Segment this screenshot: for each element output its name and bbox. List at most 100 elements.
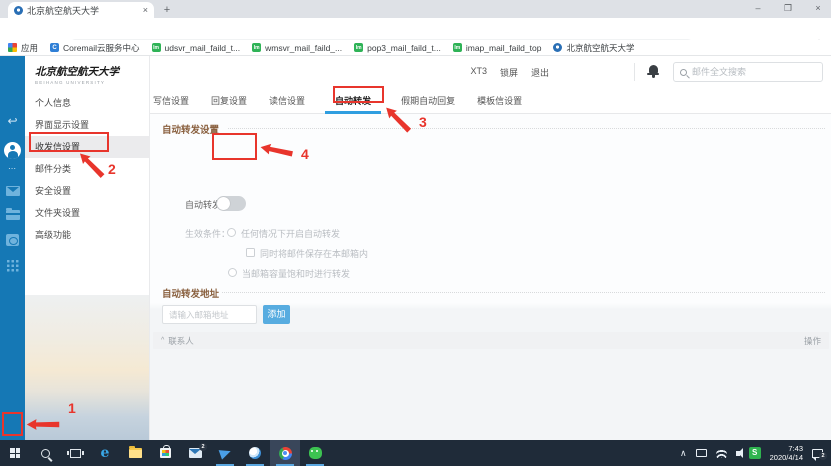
address-table-header: ^ 联系人 操作 [153, 332, 829, 349]
bookmark-coremail[interactable]: C Coremail云服务中心 [50, 42, 140, 54]
sidebar-item-security[interactable]: 安全设置 [25, 180, 150, 202]
logo-title: 北京航空航天大学 [35, 64, 119, 79]
header-divider [634, 63, 635, 81]
window-maximize-button[interactable]: ❐ [778, 3, 798, 14]
chrome-icon [279, 447, 292, 460]
edge-icon: e [101, 446, 110, 460]
contact-column-header[interactable]: 联系人 [168, 335, 194, 347]
feishu-app-button[interactable] [210, 440, 240, 466]
im-icon: Im [152, 43, 161, 52]
browser-app-button[interactable] [240, 440, 270, 466]
bookmark-udsvr[interactable]: Im udsvr_mail_faild_t... [152, 43, 241, 53]
content-header: XT3 锁屏 退出 [150, 56, 831, 88]
bookmark-imap[interactable]: Im imap_mail_faild_top [453, 43, 542, 53]
forward-address-input[interactable] [162, 305, 257, 324]
lock-screen-link[interactable]: 锁屏 [500, 66, 518, 79]
bookmark-buaa[interactable]: 北京航空航天大学 [553, 42, 634, 54]
calendar-icon[interactable] [0, 234, 25, 246]
add-address-button[interactable]: 添加 [263, 305, 290, 324]
apps-grid-icon[interactable] [0, 259, 25, 272]
edge-button[interactable]: e [90, 440, 120, 466]
notification-bell-icon[interactable] [647, 65, 659, 77]
sidebar-item-display[interactable]: 界面显示设置 [25, 114, 150, 136]
checkbox-keep-copy-label: 同时将邮件保存在本邮箱内 [260, 247, 368, 260]
tab-close-icon[interactable]: × [143, 5, 148, 15]
clock-time: 7:43 [770, 444, 803, 453]
chrome-button[interactable] [270, 440, 300, 466]
folder-icon [129, 448, 142, 458]
ms-store-button[interactable] [150, 440, 180, 466]
task-view-button[interactable] [60, 440, 90, 466]
settings-tabs: 写信设置 回复设置 读信设置 自动转发 假期自动回复 模板信设置 [150, 88, 831, 114]
file-explorer-button[interactable] [120, 440, 150, 466]
sort-caret-icon[interactable]: ^ [161, 337, 164, 344]
window-close-button[interactable]: × [808, 3, 828, 13]
wifi-icon[interactable] [716, 449, 727, 458]
taskbar-search-button[interactable] [30, 440, 60, 466]
display-tray-icon[interactable] [696, 449, 707, 457]
bookmark-pop3[interactable]: Im pop3_mail_faild_t... [354, 43, 441, 53]
start-button[interactable] [0, 440, 30, 466]
mail-app-button[interactable]: 2 [180, 440, 210, 466]
mail-search-box[interactable] [673, 62, 823, 82]
windows-logo-icon [10, 448, 20, 458]
sidebar-item-mail-sorting[interactable]: 邮件分类 [25, 158, 150, 180]
action-column-header: 操作 [804, 335, 821, 347]
browser-tab-title: 北京航空航天大学 [27, 4, 139, 17]
task-view-icon [70, 449, 81, 458]
hidden-icons-chevron[interactable]: ∧ [680, 448, 687, 459]
site-favicon-icon [14, 6, 23, 15]
system-tray: ∧ S 7:43 2020/4/14 2 [680, 444, 831, 462]
browser-tab[interactable]: 北京航空航天大学 × [8, 2, 154, 18]
radio-when-full[interactable] [228, 268, 237, 277]
bookmark-wmsvr[interactable]: Im wmsvr_mail_faild_... [252, 43, 342, 53]
checkbox-keep-copy[interactable] [246, 248, 255, 257]
search-icon [41, 449, 50, 458]
screen: 北京航空航天大学 × + – ❐ × ← → ↻ mail.buaa.edu.c… [0, 0, 831, 466]
im-icon: Im [354, 43, 363, 52]
auto-forward-toggle[interactable] [216, 196, 246, 211]
tab-auto-forward[interactable]: 自动转发 [327, 88, 379, 114]
clock-date: 2020/4/14 [770, 453, 803, 462]
folder-icon[interactable] [0, 210, 25, 220]
sidebar-item-send-receive[interactable]: 收发信设置 [25, 136, 150, 158]
apps-grid-icon [8, 43, 17, 52]
wechat-icon [309, 447, 322, 459]
toggle-knob [217, 197, 230, 210]
bookmark-apps[interactable]: 应用 [8, 42, 38, 54]
site-favicon-icon [553, 43, 562, 52]
tab-vacation-reply[interactable]: 假期自动回复 [401, 88, 455, 114]
volume-icon[interactable] [736, 451, 740, 456]
sidebar-item-personal-info[interactable]: 个人信息 [25, 92, 150, 114]
section-divider [222, 292, 825, 293]
window-minimize-button[interactable]: – [748, 3, 768, 13]
sidebar-item-folders[interactable]: 文件夹设置 [25, 202, 150, 224]
coremail-icon: C [50, 43, 59, 52]
taskbar-clock[interactable]: 7:43 2020/4/14 [770, 444, 803, 462]
action-center-button[interactable]: 2 [812, 449, 823, 458]
back-arrow-icon[interactable]: ↩ [0, 114, 25, 128]
im-icon: Im [252, 43, 261, 52]
im-icon: Im [453, 43, 462, 52]
tab-read-settings[interactable]: 读信设置 [269, 88, 305, 114]
section-title-forward-settings: 自动转发设置 [162, 122, 219, 136]
search-input[interactable] [692, 67, 816, 77]
new-tab-button[interactable]: + [160, 4, 174, 17]
wechat-button[interactable] [300, 440, 330, 466]
tab-template-mail[interactable]: 模板信设置 [477, 88, 522, 114]
mail-icon[interactable] [0, 186, 25, 196]
auto-forward-panel: 自动转发设置 自动转发： 生效条件： 任何情况下开启自动转发 同时将邮件保存在本… [150, 114, 831, 440]
tab-reply-settings[interactable]: 回复设置 [211, 88, 247, 114]
version-label: XT3 [470, 66, 487, 79]
user-avatar-icon[interactable] [0, 142, 25, 159]
logout-link[interactable]: 退出 [531, 66, 549, 79]
logo-subtitle: BEIHANG UNIVERSITY [35, 80, 119, 85]
notification-count-badge: 2 [819, 452, 827, 460]
sidebar-item-advanced[interactable]: 高级功能 [25, 224, 150, 246]
browser-globe-icon [249, 447, 261, 459]
tab-compose-settings[interactable]: 写信设置 [153, 88, 189, 114]
sogou-input-icon[interactable]: S [749, 447, 761, 459]
condition-label: 生效条件： [185, 227, 230, 240]
radio-any-condition[interactable] [227, 228, 236, 237]
paper-plane-icon [218, 446, 232, 459]
